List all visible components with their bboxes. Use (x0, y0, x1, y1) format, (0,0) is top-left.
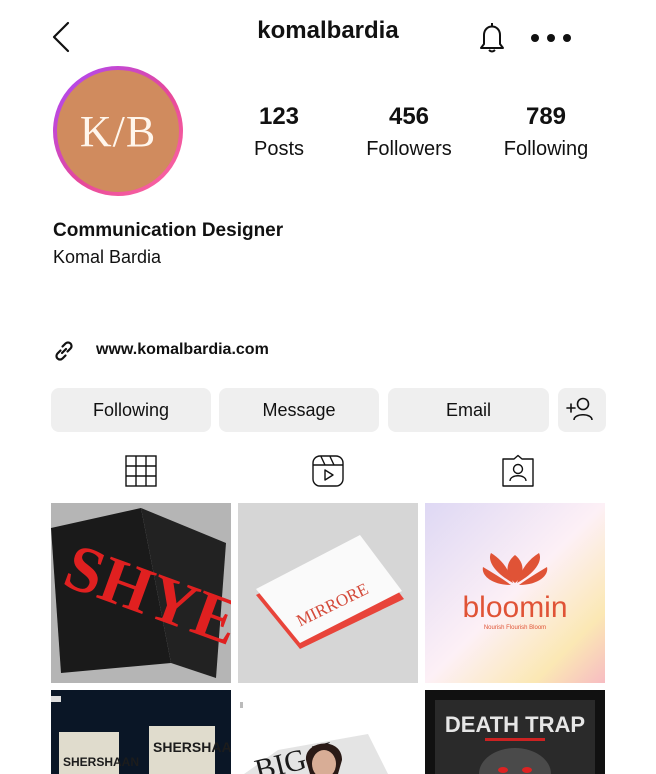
email-button[interactable]: Email (388, 388, 549, 432)
add-user-button[interactable] (558, 388, 606, 432)
bio-name: Komal Bardia (53, 247, 162, 267)
post-caption: DEATH TRAP (445, 712, 585, 737)
link-icon (55, 341, 73, 361)
bio-title: Communication Designer (53, 220, 284, 241)
following-button[interactable]: Following (51, 388, 211, 432)
stat-label: Following (503, 138, 589, 160)
reels-icon[interactable] (311, 454, 345, 488)
stat-label: Followers (366, 138, 452, 160)
add-user-icon (566, 397, 593, 421)
stat-posts[interactable]: 123 Posts (209, 102, 349, 164)
stat-label: Posts (253, 138, 305, 160)
post-tile-1[interactable]: SHYE (51, 503, 231, 683)
post-tile-3[interactable]: bloomin Nourish Flourish Bloom (425, 503, 605, 683)
post-subcaption: Nourish Flourish Bloom (484, 625, 546, 631)
bell-icon[interactable] (476, 20, 508, 54)
avatar-logo: K/B (57, 70, 179, 192)
post-caption: bloomin (462, 591, 567, 624)
stat-followers[interactable]: 456 Followers (339, 102, 479, 164)
message-button[interactable]: Message (219, 388, 379, 432)
post-tile-6[interactable]: DEATH TRAP (425, 690, 605, 774)
post-tile-4[interactable]: SHERSHAAN SHERSHAAN (51, 690, 231, 774)
post-tile-2[interactable]: MIRRORE (238, 503, 418, 683)
avatar[interactable]: K/B (53, 66, 183, 196)
more-horizontal-icon[interactable] (530, 33, 574, 43)
tagged-icon[interactable] (501, 454, 535, 488)
stat-value: 456 (388, 103, 430, 130)
stat-value: 123 (258, 103, 300, 130)
grid-icon[interactable] (124, 454, 158, 488)
post-tile-5[interactable]: BIG X (238, 690, 418, 774)
website-link[interactable]: www.komalbardia.com (96, 341, 269, 359)
stat-following[interactable]: 789 Following (476, 102, 616, 164)
post-caption: SHERSHAAN (153, 739, 231, 755)
post-caption: SHERSHAAN (63, 755, 139, 769)
stat-value: 789 (525, 103, 567, 130)
